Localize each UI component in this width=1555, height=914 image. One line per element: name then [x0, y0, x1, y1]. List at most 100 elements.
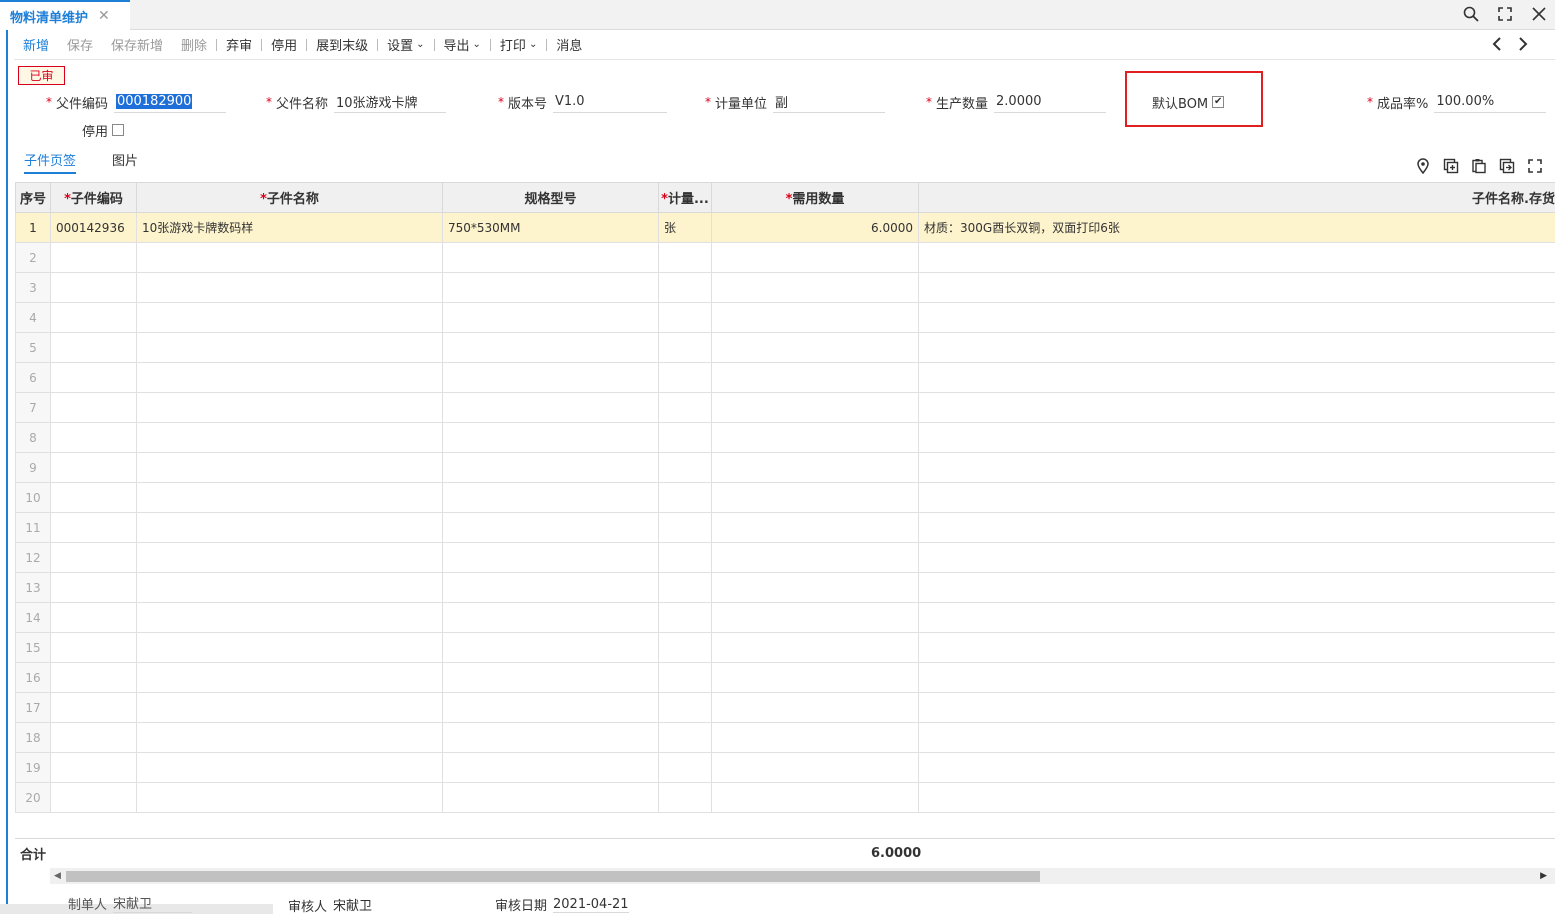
cell-spec[interactable] [442, 392, 659, 423]
cell-inventory[interactable] [918, 512, 1555, 543]
parent-name-input[interactable]: 10张游戏卡牌 [334, 91, 447, 113]
production-qty-input[interactable]: 2.0000 [994, 91, 1107, 113]
paste-icon[interactable] [1471, 158, 1487, 174]
cell-inventory[interactable] [918, 272, 1555, 303]
fullscreen-icon[interactable] [1527, 158, 1543, 174]
cell-name[interactable] [136, 272, 443, 303]
cell-inventory[interactable] [918, 242, 1555, 273]
cell-qty[interactable] [711, 512, 919, 543]
cell-qty[interactable] [711, 482, 919, 513]
cell-code[interactable] [50, 632, 137, 663]
tab-bom-maintenance[interactable]: 物料清单维护 ✕ [0, 0, 130, 30]
cell-unit[interactable] [658, 752, 712, 783]
unaudit-button[interactable]: 弃审 [217, 35, 261, 54]
cell-unit[interactable] [658, 512, 712, 543]
export-menu[interactable]: 导出 ⌄ [435, 35, 490, 54]
message-button[interactable]: 消息 [547, 35, 591, 54]
table-row[interactable]: 8 [15, 422, 1555, 453]
cell-code[interactable] [50, 692, 137, 723]
cell-qty[interactable] [711, 662, 919, 693]
cell-code[interactable] [50, 452, 137, 483]
cell-qty[interactable] [711, 542, 919, 573]
cell-name[interactable]: 10张游戏卡牌数码样 [136, 212, 443, 243]
cell-inventory[interactable] [918, 392, 1555, 423]
cell-name[interactable] [136, 722, 443, 753]
cell-qty[interactable] [711, 572, 919, 603]
cell-spec[interactable] [442, 662, 659, 693]
cell-spec[interactable] [442, 242, 659, 273]
maximize-icon[interactable] [1495, 4, 1515, 24]
disable-button[interactable]: 停用 [262, 35, 306, 54]
cell-qty[interactable] [711, 632, 919, 663]
disabled-checkbox[interactable] [112, 124, 125, 136]
table-row[interactable]: 19 [15, 752, 1555, 783]
cell-inventory[interactable] [918, 452, 1555, 483]
cell-name[interactable] [136, 392, 443, 423]
cell-code[interactable] [50, 332, 137, 363]
cell-spec[interactable] [442, 632, 659, 663]
cell-qty[interactable] [711, 782, 919, 813]
cell-spec[interactable] [442, 782, 659, 813]
search-icon[interactable] [1461, 4, 1481, 24]
cell-name[interactable] [136, 542, 443, 573]
expand-button[interactable]: 展到末级 [307, 35, 377, 54]
cell-code[interactable]: 000142936 [50, 212, 137, 243]
table-row[interactable]: 9 [15, 452, 1555, 483]
cell-inventory[interactable] [918, 602, 1555, 633]
cell-inventory[interactable] [918, 362, 1555, 393]
cell-code[interactable] [50, 752, 137, 783]
cell-qty[interactable] [711, 302, 919, 333]
cell-inventory[interactable] [918, 572, 1555, 603]
cell-name[interactable] [136, 422, 443, 453]
table-row[interactable]: 20 [15, 782, 1555, 813]
cell-name[interactable] [136, 242, 443, 273]
horizontal-scrollbar[interactable]: ◀ ▶ [50, 868, 1555, 884]
cell-spec[interactable] [442, 722, 659, 753]
cell-spec[interactable] [442, 452, 659, 483]
close-icon[interactable]: ✕ [98, 8, 110, 24]
cell-qty[interactable] [711, 602, 919, 633]
table-row[interactable]: 13 [15, 572, 1555, 603]
cell-spec[interactable] [442, 482, 659, 513]
cell-spec[interactable] [442, 542, 659, 573]
cell-unit[interactable] [658, 242, 712, 273]
parent-code-input[interactable]: 000182900 [114, 91, 227, 113]
cell-qty[interactable] [711, 422, 919, 453]
table-row[interactable]: 4 [15, 302, 1555, 333]
cell-code[interactable] [50, 722, 137, 753]
cell-unit[interactable] [658, 302, 712, 333]
cell-name[interactable] [136, 602, 443, 633]
cell-inventory[interactable] [918, 542, 1555, 573]
cell-spec[interactable] [442, 422, 659, 453]
cell-unit[interactable] [658, 662, 712, 693]
cell-unit[interactable] [658, 422, 712, 453]
cell-spec[interactable] [442, 302, 659, 333]
cell-code[interactable] [50, 572, 137, 603]
cell-inventory[interactable] [918, 422, 1555, 453]
cell-code[interactable] [50, 422, 137, 453]
cell-name[interactable] [136, 452, 443, 483]
cell-inventory[interactable] [918, 302, 1555, 333]
copy-icon[interactable] [1499, 158, 1515, 174]
col-header-spec[interactable]: 规格型号 [442, 182, 659, 213]
cell-unit[interactable] [658, 272, 712, 303]
cell-inventory[interactable] [918, 722, 1555, 753]
cell-code[interactable] [50, 362, 137, 393]
table-row[interactable]: 7 [15, 392, 1555, 423]
cell-inventory[interactable] [918, 662, 1555, 693]
cell-unit[interactable] [658, 332, 712, 363]
cell-name[interactable] [136, 662, 443, 693]
cell-unit[interactable] [658, 572, 712, 603]
table-row[interactable]: 1 000142936 10张游戏卡牌数码样 750*530MM 张 6.000… [15, 212, 1555, 243]
table-row[interactable]: 15 [15, 632, 1555, 663]
table-row[interactable]: 2 [15, 242, 1555, 273]
cell-unit[interactable] [658, 482, 712, 513]
table-row[interactable]: 3 [15, 272, 1555, 303]
tab-components[interactable]: 子件页签 [24, 150, 77, 174]
yield-rate-input[interactable]: 100.00% [1434, 91, 1547, 113]
cell-qty[interactable] [711, 362, 919, 393]
cell-unit[interactable] [658, 362, 712, 393]
col-header-seq[interactable]: 序号 [15, 182, 51, 213]
cell-unit[interactable] [658, 452, 712, 483]
cell-name[interactable] [136, 482, 443, 513]
